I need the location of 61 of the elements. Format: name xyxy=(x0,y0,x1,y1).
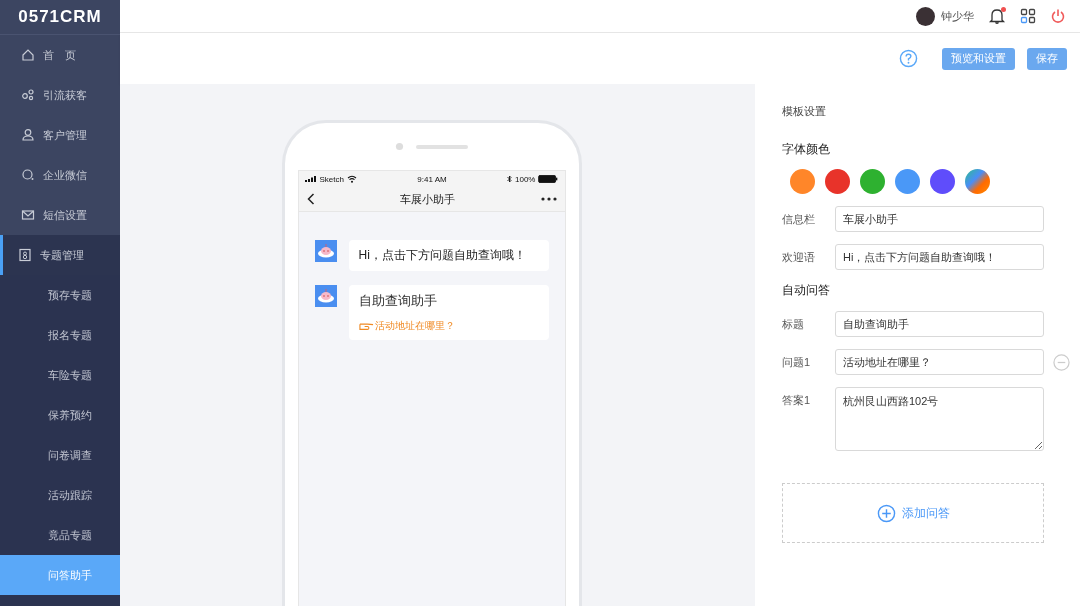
bell-icon[interactable] xyxy=(988,7,1006,25)
color-swatch[interactable] xyxy=(930,169,955,194)
battery-icon xyxy=(538,175,559,183)
home-icon xyxy=(21,48,35,62)
section-heading: 自动问答 xyxy=(782,282,831,299)
mail-icon xyxy=(21,208,35,222)
sidebar-item[interactable]: 引流获客 xyxy=(0,75,120,115)
submenu-item[interactable]: 保养预约 xyxy=(0,395,120,435)
field-label: 欢迎语 xyxy=(782,250,816,265)
plus-icon xyxy=(876,503,896,523)
chat-icon xyxy=(21,168,35,182)
input-field[interactable]: Hi，点击下方问题自助查询哦！ xyxy=(835,244,1044,270)
help-icon[interactable] xyxy=(899,49,918,68)
message-title: 自助查询助手 xyxy=(358,292,438,310)
user-icon xyxy=(21,128,35,142)
field-label: 答案1 xyxy=(782,393,812,408)
submenu-item[interactable]: 车险专题 xyxy=(0,355,120,395)
field-label: 信息栏 xyxy=(782,212,816,227)
gradient-swatch[interactable] xyxy=(965,169,990,194)
submenu-item[interactable]: 问卷调查 xyxy=(0,435,120,475)
bot-avatar-icon xyxy=(314,240,337,262)
share-icon xyxy=(21,88,35,102)
status-time: 9:41 AM xyxy=(417,174,447,184)
sidebar-item[interactable]: 专题管理 xyxy=(0,235,120,275)
input-field[interactable]: 车展小助手 xyxy=(835,206,1044,232)
back-icon[interactable] xyxy=(306,193,315,205)
user-name[interactable]: 钟少华 xyxy=(941,8,974,24)
field-label: 标题 xyxy=(782,317,805,332)
submenu-item[interactable]: 报名专题 xyxy=(0,315,120,355)
grid-icon[interactable] xyxy=(1020,8,1036,24)
square-icon xyxy=(18,248,32,262)
section-heading: 字体颜色 xyxy=(782,141,831,158)
wifi-icon xyxy=(346,175,357,183)
camera-icon xyxy=(395,142,404,151)
more-icon[interactable] xyxy=(540,197,557,201)
sidebar-item[interactable]: 短信设置 xyxy=(0,195,120,235)
bluetooth-icon xyxy=(507,175,512,183)
color-swatch[interactable] xyxy=(895,169,920,194)
color-swatch[interactable] xyxy=(790,169,815,194)
power-icon[interactable] xyxy=(1050,8,1066,24)
sidebar-item[interactable]: 企业微信 xyxy=(0,155,120,195)
bot-avatar-icon xyxy=(314,285,337,307)
submenu-item[interactable]: 活动跟踪 xyxy=(0,475,120,515)
speaker-icon xyxy=(416,144,468,149)
color-swatch[interactable] xyxy=(860,169,885,194)
carrier-label: Sketch xyxy=(319,174,344,184)
submenu-item[interactable]: 预存专题 xyxy=(0,275,120,315)
message-text: Hi，点击下方问题自助查询哦！ xyxy=(358,247,527,264)
battery-label: 100% xyxy=(515,174,536,184)
input-field[interactable]: 自助查询助手 xyxy=(835,311,1044,337)
field-label: 问题1 xyxy=(782,355,812,370)
chat-title: 车展小助手 xyxy=(400,191,455,207)
avatar[interactable] xyxy=(916,6,935,26)
sidebar-item[interactable]: 首 页 xyxy=(0,35,120,75)
section-title: 模板设置 xyxy=(782,104,827,119)
input-field[interactable]: 活动地址在哪里？ xyxy=(835,349,1044,375)
signal-icon xyxy=(304,176,317,182)
sidebar-item[interactable]: 客户管理 xyxy=(0,115,120,155)
color-swatch[interactable] xyxy=(825,169,850,194)
submenu-item[interactable]: 竟品专题 xyxy=(0,515,120,555)
text-area[interactable]: 杭州艮山西路102号 xyxy=(835,387,1044,451)
